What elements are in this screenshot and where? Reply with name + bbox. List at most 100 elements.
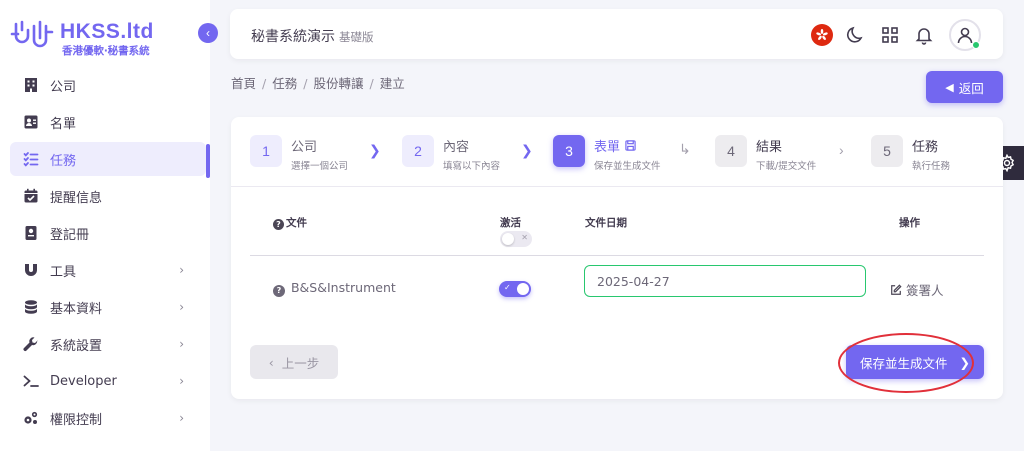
step-content[interactable]: 2 內容 填寫以下內容 (402, 135, 500, 172)
breadcrumb-share-transfer[interactable]: 股份轉讓 (313, 76, 363, 91)
sidebar: HKSS.ltd 香港優軟‧秘書系統 公司 名單 任務 提醒信息 登記冊 工具 … (0, 0, 210, 451)
document-date-input[interactable]: 2025-04-27 (584, 265, 866, 297)
online-status-dot (972, 41, 980, 49)
check-icon: ✓ (504, 283, 511, 292)
hong-kong-flag-icon[interactable] (811, 24, 833, 46)
sidebar-item-basic-data[interactable]: 基本資料 › (10, 290, 206, 324)
step-number: 4 (715, 135, 747, 167)
wrench-icon (22, 335, 40, 353)
turn-arrow-icon: ↳ (679, 141, 691, 157)
sidebar-item-label: Developer (50, 373, 117, 389)
chevron-right-icon: › (179, 263, 184, 277)
cogs-icon (22, 409, 40, 427)
step-title: 公司 (291, 140, 318, 155)
sidebar-item-company[interactable]: 公司 (10, 68, 206, 102)
signer-label: 簽署人 (906, 283, 944, 298)
previous-step-button[interactable]: ‹ 上一步 (250, 345, 338, 379)
user-avatar-icon[interactable] (949, 19, 981, 51)
apps-grid-icon[interactable] (879, 24, 901, 46)
database-icon (22, 298, 40, 316)
app-title: 秘書系統演示 (251, 29, 335, 45)
chevron-right-icon: › (179, 337, 184, 351)
brand-logo[interactable]: HKSS.ltd 香港優軟‧秘書系統 (10, 18, 200, 58)
sidebar-item-reminders[interactable]: 提醒信息 (10, 179, 206, 213)
step-form[interactable]: 3 表單 保存並生成文件 (553, 135, 661, 172)
step-task[interactable]: 5 任務 執行任務 (871, 135, 950, 172)
brand-subtitle: 香港優軟‧秘書系統 (62, 45, 150, 57)
chevron-right-icon: › (179, 300, 184, 314)
step-result[interactable]: 4 結果 下載/提交文件 (715, 135, 816, 172)
step-title: 結果 (756, 140, 783, 155)
page-title: 秘書系統演示 基礎版 (251, 26, 374, 46)
topbar-actions (811, 19, 981, 51)
book-icon (22, 224, 40, 242)
breadcrumb-separator: / (303, 76, 308, 91)
step-company[interactable]: 1 公司 選擇一個公司 (250, 135, 348, 172)
calendar-check-icon (22, 187, 40, 205)
step-subtitle: 下載/提交文件 (756, 161, 817, 172)
header-active: 激活 (500, 217, 521, 229)
sidebar-item-label: 提醒信息 (50, 190, 103, 206)
sidebar-item-system-settings[interactable]: 系統設置 › (10, 327, 206, 361)
step-title: 內容 (443, 140, 470, 155)
step-title-row: 表單 (594, 136, 661, 155)
signer-link[interactable]: 簽署人 (890, 280, 944, 299)
sidebar-item-label: 公司 (50, 79, 77, 95)
save-icon (625, 140, 636, 151)
step-subtitle: 填寫以下內容 (443, 161, 501, 172)
sidebar-item-label: 權限控制 (50, 412, 103, 428)
chevron-right-icon: › (839, 142, 844, 158)
header-file: ? 文件 (273, 215, 307, 230)
step-subtitle: 選擇一個公司 (291, 161, 349, 172)
topbar: 秘書系統演示 基礎版 (230, 9, 1003, 59)
back-button[interactable]: ◀ 返回 (926, 71, 1003, 103)
breadcrumb: 首頁 / 任務 / 股份轉讓 / 建立 (231, 73, 405, 92)
chevron-right-icon: ❯ (369, 142, 381, 158)
wizard-card: 1 公司 選擇一個公司 ❯ 2 內容 填寫以下內容 ❯ 3 表單 保存並生成文件 (231, 117, 1003, 399)
chevron-left-icon: ‹ (268, 354, 274, 370)
toggle-knob (517, 283, 529, 295)
bell-icon[interactable] (913, 24, 935, 46)
sidebar-item-tools[interactable]: 工具 › (10, 253, 206, 287)
back-button-label: 返回 (958, 80, 984, 96)
moon-icon[interactable] (845, 24, 867, 46)
logo-mark-icon (10, 20, 54, 48)
active-indicator (206, 144, 210, 178)
table-row-file: ? B&S&Instrument (273, 280, 396, 297)
breadcrumb-create: 建立 (379, 76, 405, 91)
contact-card-icon (22, 113, 40, 131)
sidebar-item-register[interactable]: 登記冊 (10, 216, 206, 250)
wizard-stepper: 1 公司 選擇一個公司 ❯ 2 內容 填寫以下內容 ❯ 3 表單 保存並生成文件 (231, 117, 1003, 187)
building-icon (22, 76, 40, 94)
step-subtitle: 保存並生成文件 (594, 161, 661, 172)
sidebar-item-developer[interactable]: Developer › (10, 364, 206, 398)
sidebar-item-contacts[interactable]: 名單 (10, 105, 206, 139)
edition-label: 基礎版 (339, 30, 374, 44)
sidebar-collapse-button[interactable]: ‹ (198, 23, 218, 43)
header-file-label: 文件 (286, 217, 307, 229)
x-icon: ✕ (521, 233, 528, 242)
info-icon[interactable]: ? (273, 285, 285, 297)
previous-step-label: 上一步 (281, 355, 320, 371)
sidebar-item-label: 登記冊 (50, 227, 90, 243)
sidebar-item-tasks[interactable]: 任務 (10, 142, 206, 176)
info-icon[interactable]: ? (273, 219, 284, 230)
step-title: 表單 (594, 140, 621, 155)
breadcrumb-home[interactable]: 首頁 (231, 76, 256, 91)
step-number: 2 (402, 135, 434, 167)
header-action: 操作 (899, 217, 920, 229)
sidebar-item-permissions[interactable]: 權限控制 › (10, 401, 206, 435)
row-active-toggle[interactable]: ✓ (499, 281, 531, 297)
sidebar-item-label: 工具 (50, 264, 77, 280)
magnet-icon (22, 261, 40, 279)
file-name: B&S&Instrument (290, 280, 396, 295)
chevron-left-icon: ‹ (206, 26, 210, 40)
chevron-right-icon: ❯ (521, 142, 533, 158)
save-and-generate-label: 保存並生成文件 (860, 355, 948, 371)
save-and-generate-button[interactable]: 保存並生成文件 ❯ (846, 345, 984, 379)
step-subtitle: 執行任務 (912, 161, 951, 172)
breadcrumb-tasks[interactable]: 任務 (272, 76, 297, 91)
sidebar-nav: 公司 名單 任務 提醒信息 登記冊 工具 › 基本資料 › 系統設置 › Dev… (10, 68, 206, 438)
toggle-all-active[interactable]: ✕ (500, 231, 532, 247)
sidebar-item-label: 基本資料 (50, 301, 103, 317)
